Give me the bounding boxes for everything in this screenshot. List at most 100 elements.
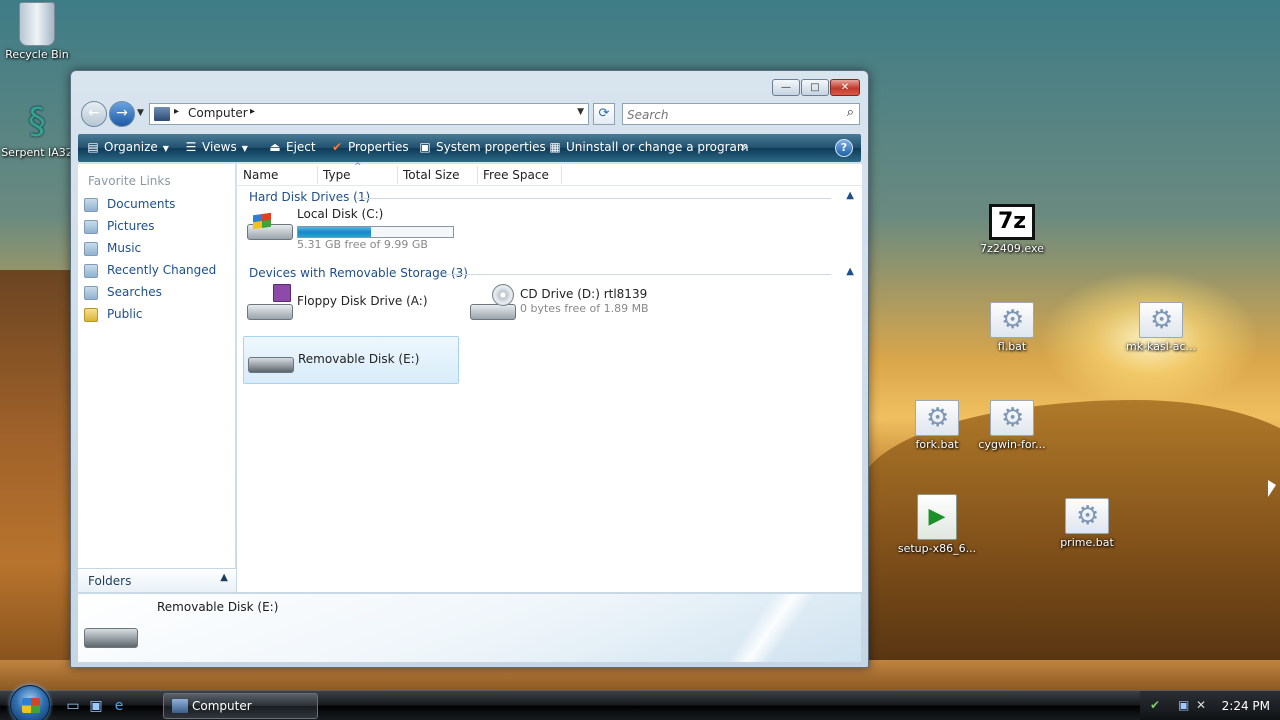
drive-cd-d[interactable]: CD Drive (D:) rtl8139 0 bytes free of 1.… <box>466 284 682 332</box>
desktop-icon-mk-kasl[interactable]: mk-kasl-ac... <box>1116 302 1206 353</box>
music-icon <box>84 241 98 256</box>
search-box[interactable]: ⌕ <box>622 103 860 125</box>
uninstall-button[interactable]: ▦ Uninstall or change a program <box>548 140 748 154</box>
drive-name: Floppy Disk Drive (A:) <box>297 294 428 308</box>
more-commands-button[interactable]: » <box>740 140 747 154</box>
folders-label: Folders <box>88 574 132 588</box>
breadcrumb-computer[interactable]: Computer <box>188 106 248 120</box>
eject-button[interactable]: ⏏ Eject <box>268 140 315 154</box>
column-divider[interactable] <box>317 166 318 184</box>
switch-windows-icon[interactable]: ▣ <box>87 697 105 715</box>
drive-name: CD Drive (D:) rtl8139 <box>520 287 648 301</box>
drive-free-space: 5.31 GB free of 9.99 GB <box>297 238 428 251</box>
cd-drive-icon <box>470 284 516 322</box>
desktop-icon-cygwin[interactable]: cygwin-for... <box>967 400 1057 451</box>
taskbar-button-label: Computer <box>192 699 252 713</box>
drive-floppy-a[interactable]: Floppy Disk Drive (A:) <box>243 284 459 332</box>
back-button[interactable]: ← <box>81 101 107 127</box>
hard-disk-icon <box>247 212 293 242</box>
command-bar: ▤ Organize ▼ ☰ Views ▼ ⏏ Eject ✔ Properties ▣ S… <box>78 134 861 162</box>
desktop-icon-setup[interactable]: ▶ setup-x86_6... <box>892 494 982 555</box>
system-properties-label: System properties <box>436 140 546 154</box>
details-swoosh <box>691 594 851 662</box>
help-button[interactable]: ? <box>835 139 853 157</box>
desktop-icon-prime-bat[interactable]: prime.bat <box>1042 498 1132 549</box>
removable-disk-icon <box>248 347 294 375</box>
taskbar-button-computer[interactable]: Computer <box>163 693 318 719</box>
breadcrumb-separator[interactable]: ▸ <box>250 106 255 117</box>
batch-file-icon <box>990 400 1034 436</box>
desktop: Recycle Bin § Serpent IA32 7z 7z2409.exe… <box>0 0 1280 690</box>
close-button[interactable]: ✕ <box>830 79 860 96</box>
windows-logo-icon <box>253 212 271 230</box>
column-header-row: Name Type ^ Total Size Free Space <box>237 162 862 186</box>
column-header-free-space[interactable]: Free Space <box>483 168 549 182</box>
collapse-group-icon[interactable]: ▲ <box>846 266 854 277</box>
volume-muted-icon[interactable]: ✕ <box>1196 698 1206 712</box>
nav-item-recently-changed[interactable]: Recently Changed <box>84 263 230 283</box>
network-icon[interactable]: ▣ <box>1178 698 1189 712</box>
content-pane: Name Type ^ Total Size Free Space Hard D… <box>237 162 862 592</box>
drive-body <box>470 304 516 320</box>
minimize-button[interactable]: — <box>772 79 800 96</box>
chevron-down-icon: ▼ <box>162 144 169 153</box>
system-properties-button[interactable]: ▣ System properties <box>418 140 546 154</box>
internet-explorer-icon[interactable]: e <box>110 697 128 715</box>
clock[interactable]: 2:24 PM <box>1222 699 1270 713</box>
drive-usage-fill <box>298 227 371 237</box>
desktop-icon-7z2409[interactable]: 7z 7z2409.exe <box>967 204 1057 255</box>
forward-button[interactable]: → <box>109 101 135 127</box>
navigation-pane: Favorite Links Documents Pictures Music … <box>78 164 236 592</box>
searches-icon <box>84 285 98 300</box>
desktop-icon-recycle-bin[interactable]: Recycle Bin <box>0 2 82 61</box>
column-divider[interactable] <box>477 166 478 184</box>
group-header-removable-storage[interactable]: Devices with Removable Storage (3) <box>249 266 468 280</box>
drive-local-disk-c[interactable]: Local Disk (C:) 5.31 GB free of 9.99 GB <box>243 204 459 252</box>
nav-item-label: Music <box>107 241 142 255</box>
nav-item-pictures[interactable]: Pictures <box>84 219 230 239</box>
show-desktop-icon[interactable]: ▭ <box>64 697 82 715</box>
column-header-type[interactable]: Type <box>323 168 351 182</box>
favorite-links-header: Favorite Links <box>88 174 171 188</box>
column-header-name[interactable]: Name <box>243 168 278 182</box>
search-input[interactable] <box>627 105 837 124</box>
batch-file-icon <box>990 302 1034 338</box>
maximize-button[interactable]: □ <box>801 79 829 96</box>
breadcrumb-separator[interactable]: ▸ <box>174 106 179 117</box>
address-dropdown-icon[interactable]: ▼ <box>577 107 584 117</box>
refresh-button[interactable]: ⟳ <box>593 103 615 125</box>
start-button[interactable] <box>10 685 50 720</box>
collapse-group-icon[interactable]: ▲ <box>846 190 854 201</box>
column-header-total-size[interactable]: Total Size <box>403 168 459 182</box>
nav-item-searches[interactable]: Searches <box>84 285 230 305</box>
computer-icon <box>154 107 170 121</box>
nav-item-label: Recently Changed <box>107 263 217 277</box>
folders-toggle[interactable]: Folders ▲ <box>78 568 236 592</box>
cd-disc-icon <box>492 284 514 306</box>
desktop-icon-label: 7z2409.exe <box>980 242 1044 255</box>
desktop-icon-label: Recycle Bin <box>5 48 69 61</box>
pictures-icon <box>84 219 98 234</box>
nav-item-documents[interactable]: Documents <box>84 197 230 217</box>
organize-button[interactable]: ▤ Organize ▼ <box>86 140 169 154</box>
drive-body <box>248 357 294 373</box>
recent-pages-dropdown[interactable]: ▼ <box>137 108 144 118</box>
floppy-drive-icon <box>247 284 293 322</box>
search-icon[interactable]: ⌕ <box>847 105 854 120</box>
nav-item-music[interactable]: Music <box>84 241 230 261</box>
properties-label: Properties <box>348 140 409 154</box>
floppy-disk-icon <box>273 284 291 302</box>
address-bar[interactable]: ▸ Computer ▸ ▼ <box>149 103 589 125</box>
group-header-hard-disk-drives[interactable]: Hard Disk Drives (1) <box>249 190 370 204</box>
safely-remove-hardware-icon[interactable]: ✔ <box>1150 698 1160 712</box>
column-divider[interactable] <box>561 166 562 184</box>
recently-changed-icon <box>84 263 98 278</box>
desktop-icon-fl-bat[interactable]: fl.bat <box>967 302 1057 353</box>
properties-button[interactable]: ✔ Properties <box>330 140 409 154</box>
drive-removable-e[interactable]: Removable Disk (E:) <box>243 336 459 384</box>
sort-caret-icon: ^ <box>354 162 362 172</box>
views-button[interactable]: ☰ Views ▼ <box>184 140 248 154</box>
column-divider[interactable] <box>397 166 398 184</box>
programs-icon: ▦ <box>549 140 561 154</box>
nav-item-public[interactable]: Public <box>84 307 230 327</box>
